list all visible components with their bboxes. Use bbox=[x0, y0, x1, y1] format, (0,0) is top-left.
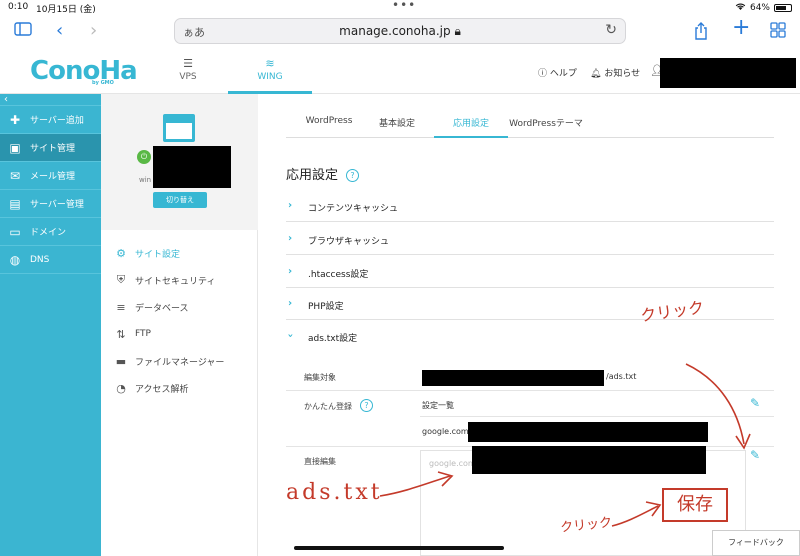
home-indicator[interactable] bbox=[294, 546, 504, 550]
annotation-arrows bbox=[379, 363, 751, 527]
